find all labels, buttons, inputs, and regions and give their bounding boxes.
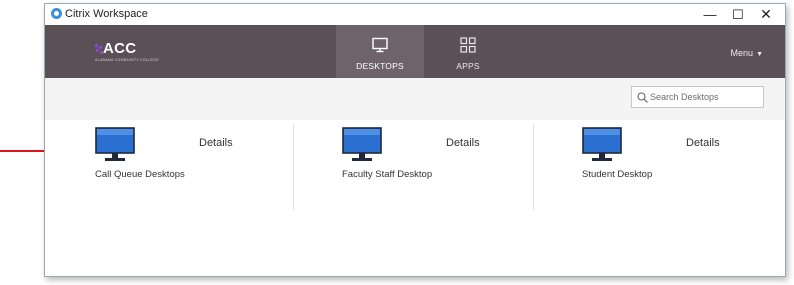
tab-desktops-label: DESKTOPS	[356, 61, 404, 71]
search-box[interactable]	[631, 86, 764, 108]
desktop-monitor-icon[interactable]	[582, 127, 622, 163]
caret-down-icon: ▼	[756, 51, 763, 58]
logo-text: ACC	[103, 40, 137, 57]
workspace-header: ACC ALABAMA COMMUNITY COLLEGE DESKTOPS A…	[45, 25, 785, 78]
citrix-workspace-window: Citrix Workspace — ☐ ✕ ACC ALABAMA COMMU…	[44, 3, 786, 277]
details-link[interactable]: Details	[199, 137, 233, 149]
citrix-app-icon	[51, 8, 62, 19]
menu-button[interactable]: Menu ▼	[731, 48, 763, 58]
desktop-name[interactable]: Student Desktop	[582, 169, 652, 180]
toolbar	[45, 78, 785, 120]
minimize-button[interactable]: —	[695, 4, 725, 25]
details-link[interactable]: Details	[446, 137, 480, 149]
details-link[interactable]: Details	[686, 137, 720, 149]
desktop-monitor-icon[interactable]	[95, 127, 135, 163]
search-icon	[637, 92, 648, 103]
tab-apps[interactable]: APPS	[424, 25, 512, 78]
desktop-name[interactable]: Faculty Staff Desktop	[342, 169, 432, 180]
acc-logo: ACC ALABAMA COMMUNITY COLLEGE	[95, 40, 175, 66]
monitor-icon	[372, 37, 388, 53]
desktop-name[interactable]: Call Queue Desktops	[95, 169, 185, 180]
desktop-card-call-queue[interactable]: Details Call Queue Desktops	[47, 123, 287, 211]
desktop-card-faculty-staff[interactable]: Details Faculty Staff Desktop	[294, 123, 534, 211]
window-title: Citrix Workspace	[65, 8, 148, 20]
tab-apps-label: APPS	[456, 61, 480, 71]
close-button[interactable]: ✕	[751, 4, 781, 25]
desktop-card-student[interactable]: Details Student Desktop	[534, 123, 774, 211]
search-input[interactable]	[650, 89, 758, 105]
logo-subtitle: ALABAMA COMMUNITY COLLEGE	[95, 58, 159, 62]
maximize-button[interactable]: ☐	[723, 4, 753, 25]
tab-desktops[interactable]: DESKTOPS	[336, 25, 424, 78]
title-bar: Citrix Workspace — ☐ ✕	[45, 4, 785, 25]
apps-grid-icon	[460, 37, 476, 53]
menu-label: Menu	[730, 48, 754, 58]
desktop-monitor-icon[interactable]	[342, 127, 382, 163]
